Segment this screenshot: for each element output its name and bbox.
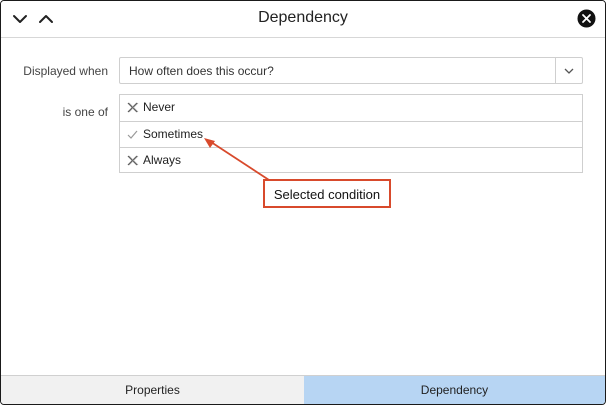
option-label: Never bbox=[143, 100, 176, 114]
is-one-of-label: is one of bbox=[62, 105, 108, 119]
option-label: Always bbox=[143, 153, 182, 167]
option-label: Sometimes bbox=[143, 127, 204, 141]
option-always[interactable]: Always bbox=[120, 147, 582, 174]
option-list: Never Sometimes Always bbox=[119, 94, 583, 173]
callout-text: Selected condition bbox=[273, 187, 381, 202]
callout-box: Selected condition bbox=[263, 179, 391, 208]
option-never[interactable]: Never bbox=[120, 95, 582, 121]
select-divider bbox=[555, 58, 556, 83]
x-icon bbox=[127, 155, 139, 166]
dependency-window: Dependency Displayed when How often does… bbox=[0, 0, 606, 405]
question-select-value: How often does this occur? bbox=[129, 64, 274, 78]
displayed-when-label: Displayed when bbox=[23, 64, 108, 78]
check-icon bbox=[127, 130, 138, 139]
tab-bar: Properties Dependency bbox=[1, 375, 605, 404]
close-icon[interactable] bbox=[577, 9, 596, 28]
x-icon bbox=[127, 102, 139, 113]
chevron-down-icon bbox=[564, 68, 574, 74]
window-title: Dependency bbox=[258, 9, 348, 26]
tab-properties[interactable]: Properties bbox=[1, 376, 304, 404]
title-bar: Dependency bbox=[1, 1, 605, 38]
option-sometimes[interactable]: Sometimes bbox=[120, 121, 582, 148]
question-select[interactable]: How often does this occur? bbox=[119, 57, 583, 84]
tab-dependency[interactable]: Dependency bbox=[304, 376, 605, 404]
